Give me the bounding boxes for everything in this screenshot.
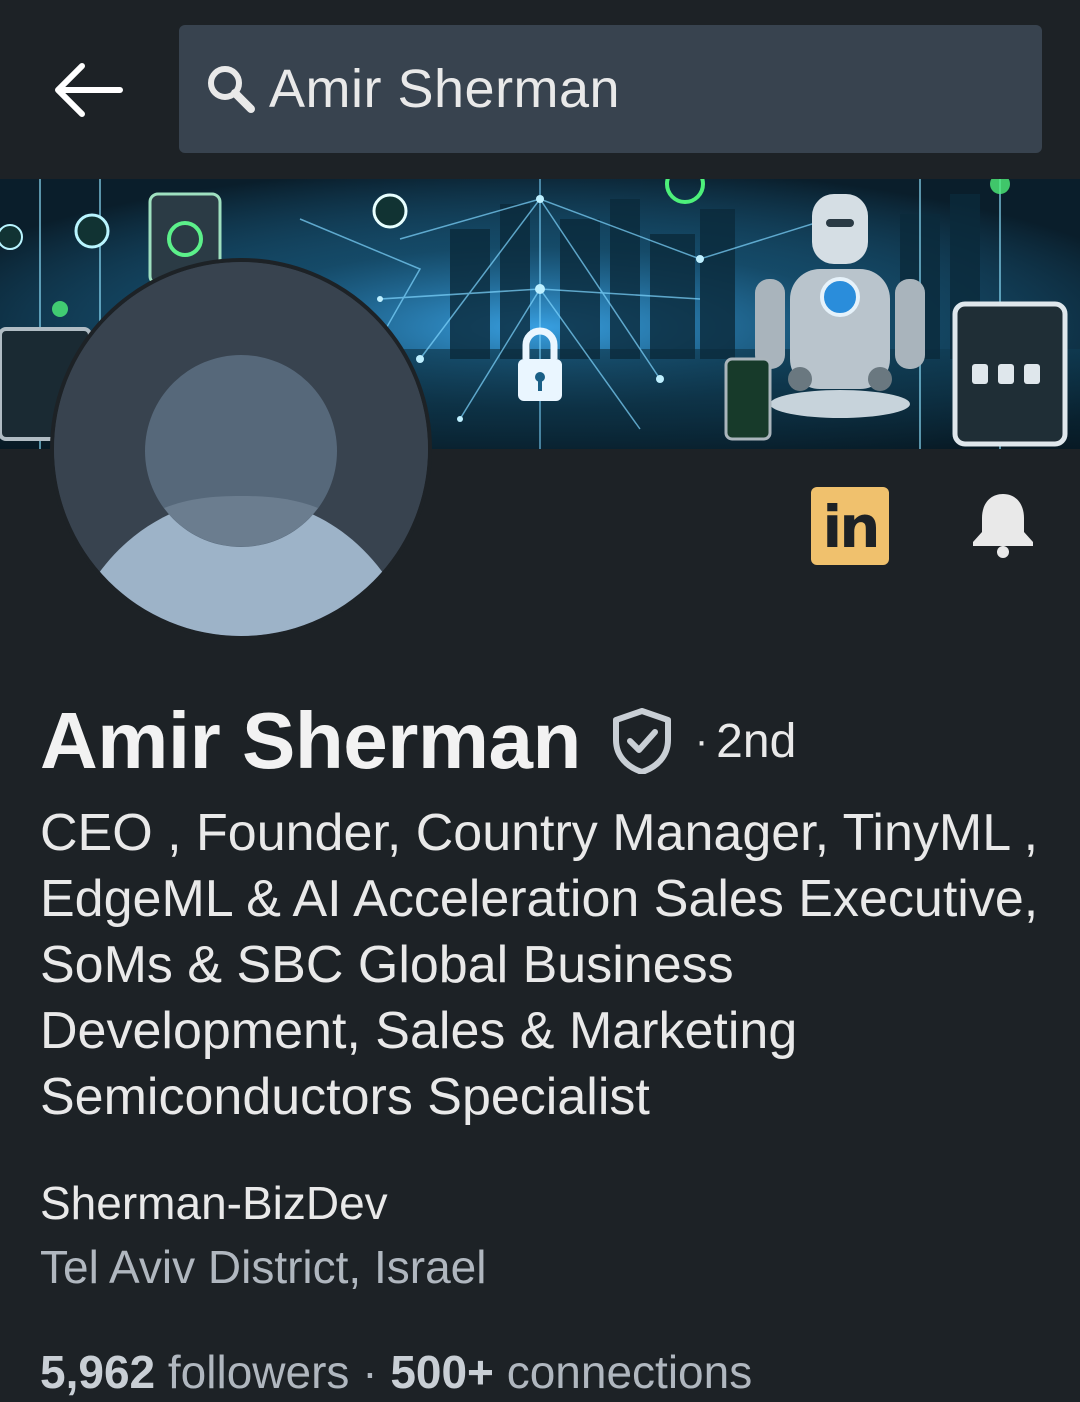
verified-shield-icon[interactable] [611,708,673,774]
avatar-placeholder-icon [54,262,428,636]
profile-stats: 5,962 followers · 500+ connections [40,1345,752,1399]
search-input[interactable]: Amir Sherman [179,25,1042,153]
followers-count: 5,962 [40,1346,156,1398]
bell-icon [973,494,1033,558]
linkedin-premium-button[interactable]: in [811,487,889,565]
connections-label: connections [506,1346,753,1398]
profile-headline: CEO , Founder, Country Manager, TinyML ,… [40,804,1039,1126]
profile-company: Sherman-BizDev [40,1177,388,1229]
connections-count: 500+ [390,1346,494,1398]
profile-name: Amir Sherman [40,696,581,785]
profile-location: Tel Aviv District, Israel [40,1241,487,1293]
linkedin-logo-icon: in [822,493,880,561]
profile-avatar[interactable] [50,258,432,640]
followers-label: followers [167,1346,350,1398]
stats-separator: · [362,1346,378,1398]
arrow-left-icon [55,63,123,117]
top-bar: Amir Sherman [0,0,1080,178]
search-query-text: Amir Sherman [269,59,621,119]
search-icon [203,61,259,117]
profile-name-row: Amir Sherman · 2nd [40,695,796,787]
degree-separator: · [694,718,709,763]
notification-bell-button[interactable] [966,488,1040,562]
back-button[interactable] [40,48,136,132]
connection-degree: 2nd [716,714,797,768]
